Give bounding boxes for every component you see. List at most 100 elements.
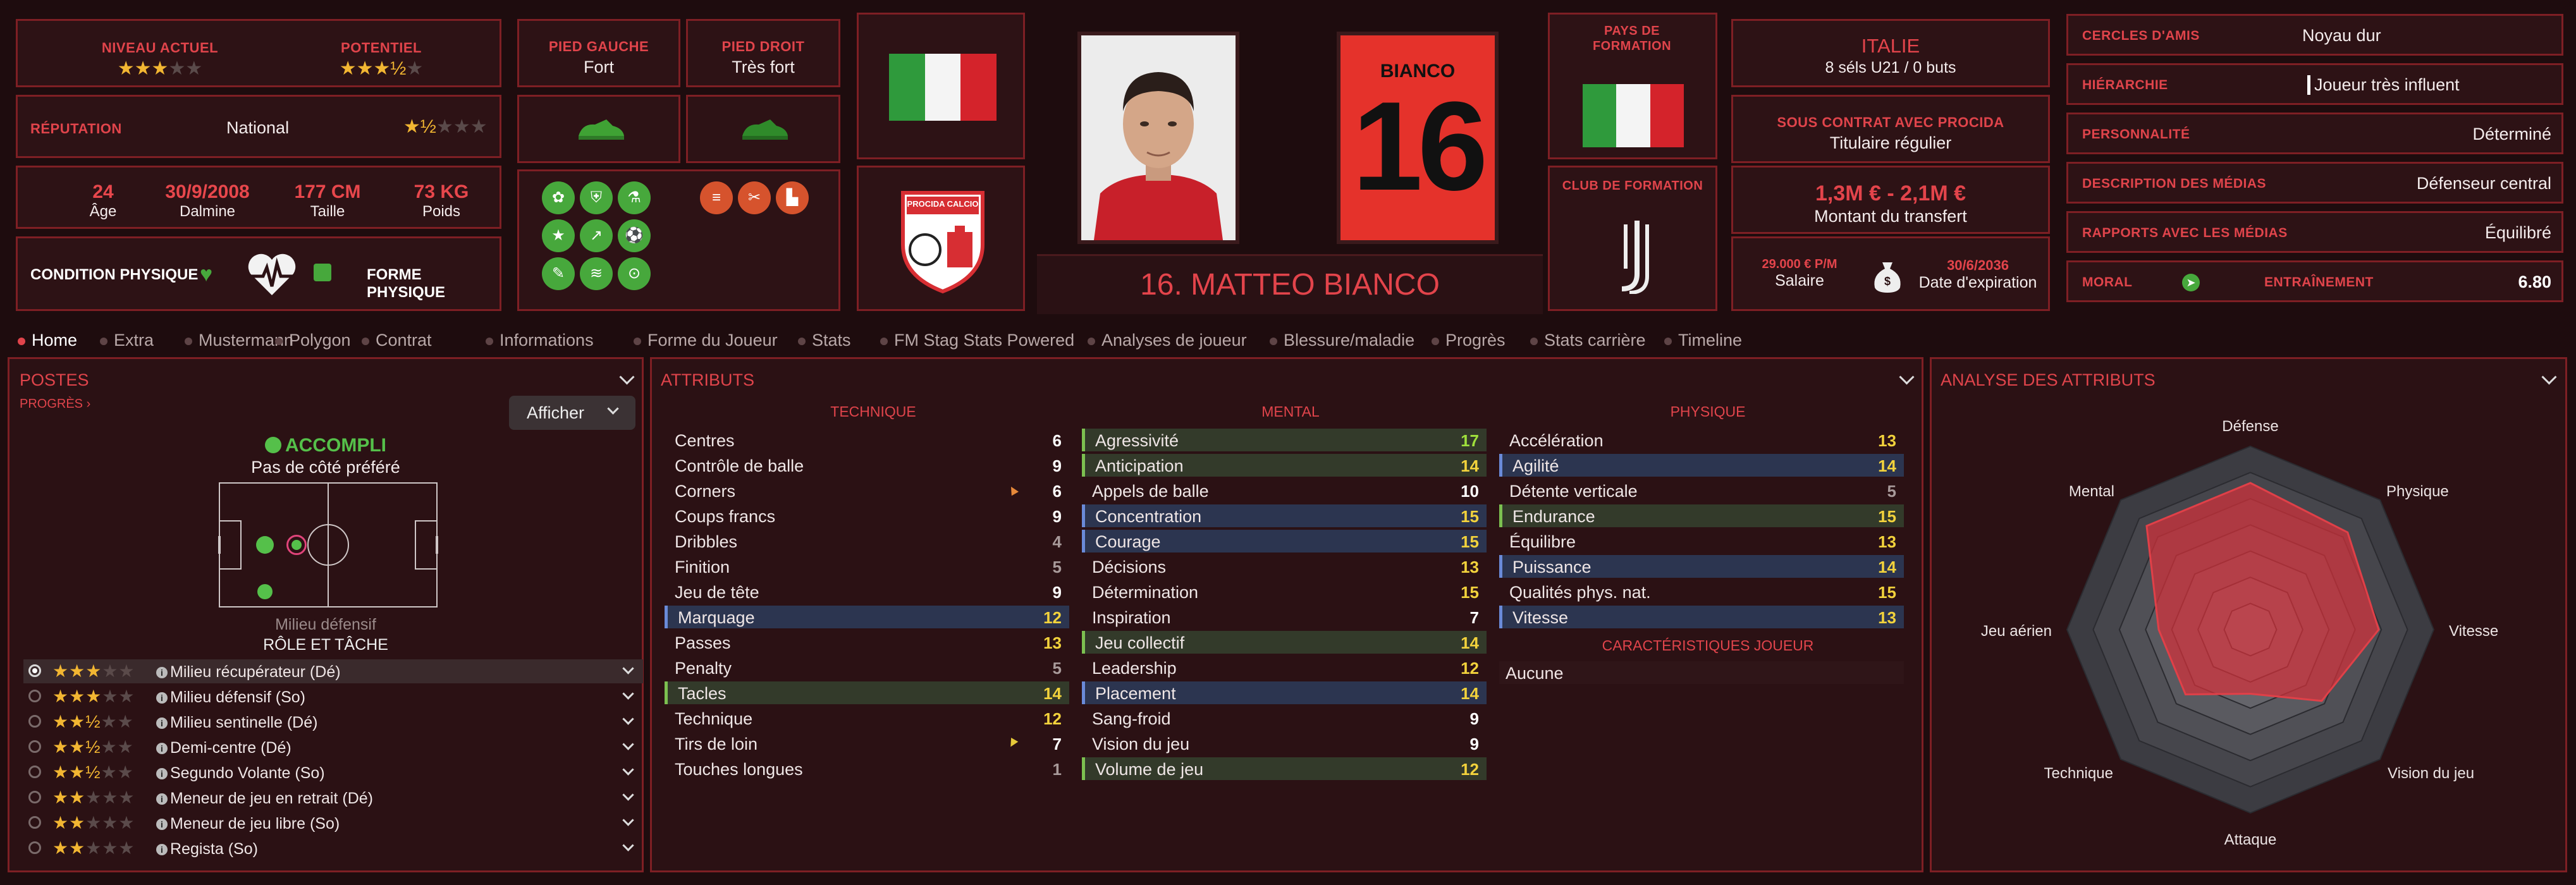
info-icon[interactable]: i — [156, 768, 168, 780]
shirt-icon: BIANCO 16 — [1337, 32, 1499, 244]
attribute-name: Sang-froid — [1092, 709, 1171, 728]
info-row-label: DESCRIPTION DES MÉDIAS — [2082, 176, 2267, 191]
info-icon[interactable]: i — [156, 667, 168, 679]
attribute-value: 14 — [1461, 684, 1479, 703]
attribute-value: 7 — [1052, 735, 1062, 754]
role-radio[interactable] — [28, 664, 41, 677]
skill-boots-icon[interactable]: ≋ — [580, 257, 613, 290]
formation-country-label: PAYS DE FORMATION — [1592, 24, 1672, 53]
role-name: i Regista (So) — [156, 840, 258, 858]
attribute-name: Leadership — [1092, 659, 1177, 678]
info-row-label: RAPPORTS AVEC LES MÉDIAS — [2082, 226, 2288, 240]
attribute-value: 6 — [1052, 482, 1062, 501]
club-crest-icon: PROCIDA CALCIO — [897, 188, 989, 294]
skill-shield-icon[interactable]: ⛨ — [580, 181, 613, 214]
attribute-name: Tacles — [678, 684, 727, 703]
tab-home[interactable]: Home — [18, 331, 77, 350]
physical-header: PHYSIQUE — [1670, 403, 1746, 420]
tab-forme-du-joueur[interactable]: Forme du Joueur — [634, 331, 778, 350]
attribute-row: Volume de jeu 12 — [1082, 757, 1487, 780]
skill-wand-icon[interactable]: ✎ — [542, 257, 575, 290]
attribute-row: Agilité 14 — [1499, 454, 1904, 477]
attribute-value: 15 — [1461, 507, 1479, 526]
attribute-row: Jeu collectif 14 — [1082, 631, 1487, 654]
attribute-value: 12 — [1043, 608, 1062, 627]
role-radio[interactable] — [28, 715, 41, 728]
skill-star-icon[interactable]: ★ — [542, 219, 575, 252]
attribute-value: 9 — [1052, 507, 1062, 526]
role-expand-icon[interactable] — [622, 839, 634, 851]
role-expand-icon[interactable] — [622, 738, 634, 750]
role-radio[interactable] — [28, 690, 41, 702]
formation-club-box: CLUB DE FORMATION — [1548, 166, 1717, 311]
tab-stats-carri-re[interactable]: Stats carrière — [1530, 331, 1646, 350]
role-radio[interactable] — [28, 791, 41, 803]
tab-informations[interactable]: Informations — [486, 331, 594, 350]
analysis-panel: ANALYSE DES ATTRIBUTS Défense Physique Vit… — [1930, 357, 2567, 872]
role-row[interactable]: ★★★★★ i Milieu défensif (So) — [23, 685, 643, 709]
role-row[interactable]: ★★★★★ i Meneur de jeu libre (So) — [23, 811, 643, 835]
reputation-box: RÉPUTATION National ★½★★★ — [16, 95, 501, 158]
tab-contrat[interactable]: Contrat — [362, 331, 432, 350]
skill-brain-icon[interactable]: ✿ — [542, 181, 575, 214]
attribute-name: Contrôle de balle — [675, 456, 804, 475]
info-icon[interactable]: i — [156, 717, 168, 729]
attribute-name: Passes — [675, 633, 731, 652]
skill-boot-icon[interactable]: ▙ — [776, 181, 809, 214]
role-row[interactable]: ★★★★★ i Meneur de jeu en retrait (Dé) — [23, 786, 643, 810]
info-icon[interactable]: i — [156, 692, 168, 704]
pitch-diagram — [216, 482, 441, 608]
attribute-value: 12 — [1043, 709, 1062, 728]
role-row[interactable]: ★★★★★ i Milieu récupérateur (Dé) — [23, 659, 643, 683]
club-crest-text: PROCIDA CALCIO — [907, 199, 979, 209]
role-radio[interactable] — [28, 816, 41, 829]
role-expand-icon[interactable] — [622, 814, 634, 826]
info-icon[interactable]: i — [156, 819, 168, 831]
skill-trend-icon[interactable]: ↗ — [580, 219, 613, 252]
role-radio[interactable] — [28, 766, 41, 778]
role-expand-icon[interactable] — [622, 713, 634, 725]
role-row[interactable]: ★★½★★ i Milieu sentinelle (Dé) — [23, 710, 643, 734]
money-bag-icon: $ — [1868, 256, 1906, 294]
attribute-value: 14 — [1461, 456, 1479, 475]
role-expand-icon[interactable] — [622, 662, 634, 674]
role-expand-icon[interactable] — [622, 789, 634, 801]
attributes-collapse-icon[interactable] — [1899, 369, 1915, 385]
skill-scissors-icon[interactable]: ✂ — [738, 181, 771, 214]
attribute-name: Vitesse — [1512, 608, 1569, 627]
info-icon[interactable]: i — [156, 844, 168, 856]
tab-polygon[interactable]: Polygon — [275, 331, 351, 350]
skill-ball-icon[interactable]: ⚽ — [618, 219, 651, 252]
info-row-label: PERSONNALITÉ — [2082, 127, 2190, 142]
role-row[interactable]: ★★½★★ i Demi-centre (Dé) — [23, 735, 643, 759]
attribute-value: 15 — [1878, 583, 1896, 602]
role-name: i Demi-centre (Dé) — [156, 739, 291, 757]
attribute-name: Coups francs — [675, 507, 776, 526]
role-expand-icon[interactable] — [622, 688, 634, 700]
attribute-row: Tacles 14 — [665, 681, 1069, 704]
role-row[interactable]: ★★½★★ i Segundo Volante (So) — [23, 760, 643, 784]
tab-stats[interactable]: Stats — [798, 331, 851, 350]
role-radio[interactable] — [28, 841, 41, 854]
role-radio[interactable] — [28, 740, 41, 753]
tab-extra[interactable]: Extra — [100, 331, 154, 350]
positions-collapse-icon[interactable] — [619, 369, 635, 385]
info-icon[interactable]: i — [156, 793, 168, 805]
skill-flask-icon[interactable]: ⚗ — [618, 181, 651, 214]
tab-analyses-de-joueur[interactable]: Analyses de joueur — [1088, 331, 1247, 350]
role-expand-icon[interactable] — [622, 764, 634, 776]
skill-spring-icon[interactable]: ≡ — [700, 181, 733, 214]
attribute-name: Détermination — [1092, 583, 1199, 602]
tab-fm-stag-stats-powered[interactable]: FM Stag Stats Powered — [880, 331, 1074, 350]
player-photo — [1077, 32, 1239, 244]
show-button[interactable]: Afficher — [509, 396, 635, 430]
skill-whistle-icon[interactable]: ⊙ — [618, 257, 651, 290]
progress-link[interactable]: PROGRÈS › — [20, 397, 90, 412]
attribute-radar: Défense Physique Vitesse Vision du jeu Attaq… — [1981, 418, 2498, 848]
attribute-value: 14 — [1461, 633, 1479, 652]
info-icon[interactable]: i — [156, 743, 168, 755]
tab-timeline[interactable]: Timeline — [1664, 331, 1742, 350]
role-row[interactable]: ★★★★★ i Regista (So) — [23, 836, 643, 860]
tab-progr-s[interactable]: Progrès — [1432, 331, 1506, 350]
tab-blessure-maladie[interactable]: Blessure/maladie — [1270, 331, 1414, 350]
